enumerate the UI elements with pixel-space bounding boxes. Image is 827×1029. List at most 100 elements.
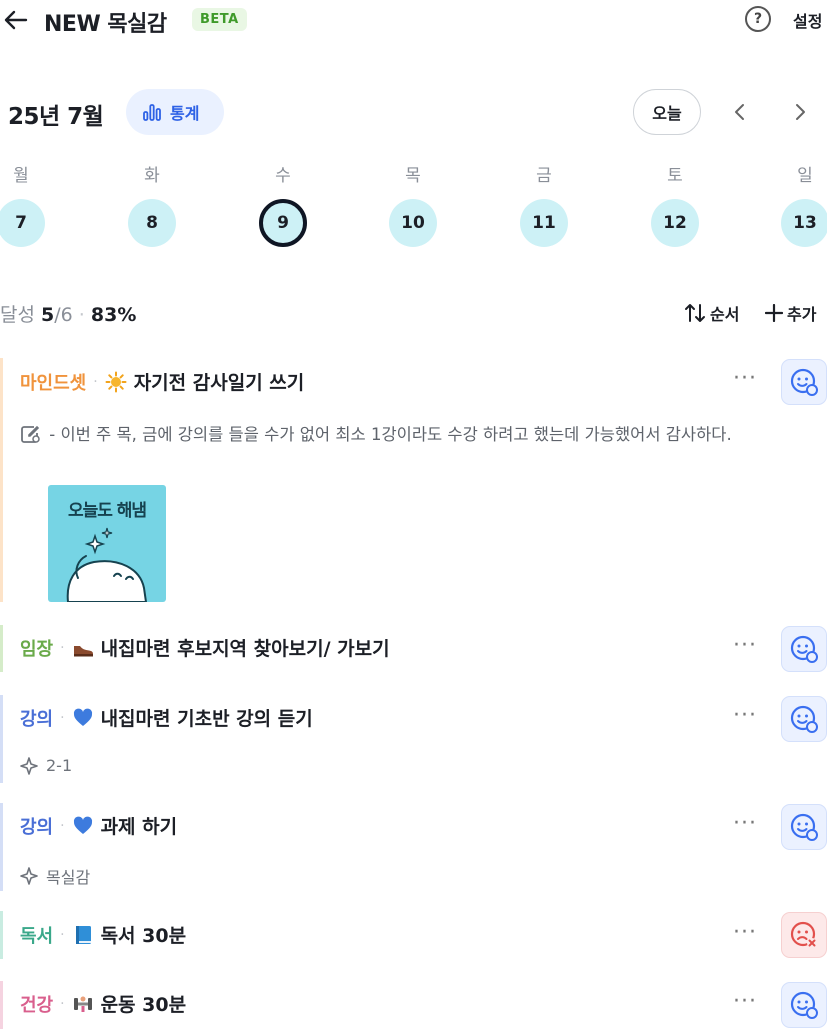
settings-button[interactable]: 설정: [793, 8, 822, 32]
add-task-button[interactable]: 추가: [765, 301, 816, 325]
category-bar: [0, 625, 3, 672]
weekday-label: 화: [144, 166, 160, 186]
achievement-total: /6: [54, 304, 73, 326]
subnote-text: 2-1: [46, 756, 73, 775]
sparkle-icon: [20, 756, 38, 775]
arrow-left-icon: [4, 10, 28, 30]
smile-check-icon: [790, 813, 818, 841]
weekday-label: 월: [13, 166, 29, 186]
task-item[interactable]: 마인드셋 · 자기전 감사일기 쓰기: [20, 368, 304, 395]
separator: ·: [60, 709, 65, 726]
reaction-button-failed[interactable]: [781, 912, 827, 958]
sticker-image: 오늘도 해냄: [48, 485, 166, 602]
day-button[interactable]: 8: [128, 199, 176, 247]
separator: ·: [60, 639, 65, 656]
help-button[interactable]: ?: [745, 6, 771, 32]
separator: ·: [78, 304, 85, 326]
today-button[interactable]: 오늘: [633, 89, 701, 135]
day-button[interactable]: 11: [520, 199, 568, 247]
task-item[interactable]: 강의 · 내집마련 기초반 강의 듣기: [20, 704, 313, 731]
shoe-icon: [73, 645, 93, 656]
task-category: 독서: [20, 925, 54, 947]
weekday-label: 토: [667, 166, 683, 186]
subnote-text: 목실감: [46, 868, 91, 887]
day-button[interactable]: 7: [0, 199, 45, 247]
sort-order-label: 순서: [710, 305, 740, 324]
reaction-button[interactable]: [781, 359, 827, 405]
task-subnote: 2-1: [20, 756, 72, 775]
task-title: 과제 하기: [100, 816, 178, 838]
blue-heart-icon: [73, 708, 92, 726]
prev-week-button[interactable]: [727, 98, 753, 126]
sticker-character-illustration: [66, 527, 148, 602]
task-item[interactable]: 건강 · 운동 30분: [20, 990, 186, 1017]
memo-text: - 이번 주 목, 금에 강의를 들을 수가 없어 최소 1강이라도 수강 하려…: [49, 425, 732, 444]
task-title: 자기전 감사일기 쓰기: [133, 372, 305, 394]
achievement-label: 달성: [0, 304, 35, 326]
day-button[interactable]: 13: [781, 199, 827, 247]
more-options-button[interactable]: ···: [733, 989, 757, 1014]
reaction-button[interactable]: [781, 626, 827, 672]
smile-check-icon: [790, 991, 818, 1019]
category-bar: [0, 911, 3, 959]
category-bar: [0, 803, 3, 891]
achievement-percent: 83%: [90, 304, 137, 326]
add-task-label: 추가: [787, 305, 817, 324]
plus-icon: [765, 304, 783, 322]
bar-chart-icon: [143, 104, 161, 121]
task-category: 마인드셋: [20, 372, 87, 394]
task-subnote: 목실감: [20, 864, 90, 888]
reaction-button[interactable]: [781, 696, 827, 742]
task-category: 강의: [20, 708, 54, 730]
category-bar: [0, 981, 3, 1029]
separator: ·: [60, 817, 65, 834]
weekday-label: 금: [536, 166, 552, 186]
task-item[interactable]: 강의 · 과제 하기: [20, 812, 177, 839]
task-category: 임장: [20, 638, 54, 660]
dumbbell-icon: [73, 996, 92, 1012]
sort-arrows-icon: [685, 304, 705, 322]
stats-label: 통계: [170, 104, 200, 123]
chevron-right-icon: [796, 104, 805, 120]
task-title: 독서 30분: [100, 925, 187, 947]
separator: ·: [93, 373, 98, 390]
task-category: 건강: [20, 994, 54, 1016]
reaction-button[interactable]: [781, 804, 827, 850]
page-title: NEW 목실감: [44, 12, 167, 37]
weekday-label: 일: [797, 166, 813, 186]
more-options-button[interactable]: ···: [733, 920, 757, 945]
next-week-button[interactable]: [787, 98, 813, 126]
more-options-button[interactable]: ···: [733, 633, 757, 658]
day-button[interactable]: 12: [651, 199, 699, 247]
sticker-text: 오늘도 해냄: [67, 501, 147, 521]
more-options-button[interactable]: ···: [733, 703, 757, 728]
weekday-label: 목: [405, 166, 421, 186]
blue-heart-icon: [73, 816, 92, 834]
task-title: 운동 30분: [100, 994, 187, 1016]
more-options-button[interactable]: ···: [733, 366, 757, 391]
more-options-button[interactable]: ···: [733, 811, 757, 836]
task-item[interactable]: 임장 · 내집마련 후보지역 찾아보기/ 가보기: [20, 634, 390, 661]
sad-x-icon: [790, 921, 817, 948]
task-item[interactable]: 독서 · 독서 30분: [20, 921, 186, 948]
achievement-summary: 달성 5/6 · 83%: [0, 300, 136, 327]
sun-icon: [105, 371, 127, 392]
smile-check-icon: [790, 635, 818, 663]
achievement-done: 5: [41, 304, 55, 326]
reaction-button[interactable]: [781, 982, 827, 1028]
task-memo: - 이번 주 목, 금에 강의를 들을 수가 없어 최소 1강이라도 수강 하려…: [20, 420, 820, 450]
chevron-left-icon: [735, 104, 744, 120]
stats-button[interactable]: 통계: [126, 89, 224, 135]
separator: ·: [60, 995, 65, 1012]
sort-order-button[interactable]: 순서: [684, 301, 739, 325]
category-bar: [0, 695, 3, 783]
category-bar: [0, 358, 3, 602]
day-button-selected[interactable]: 9: [259, 199, 307, 247]
separator: ·: [60, 926, 65, 943]
memo-icon: [21, 425, 40, 443]
back-button[interactable]: [2, 6, 30, 34]
sparkle-icon: [20, 867, 38, 885]
day-button[interactable]: 10: [389, 199, 437, 247]
task-title: 내집마련 후보지역 찾아보기/ 가보기: [100, 638, 390, 660]
weekday-label: 수: [275, 166, 291, 186]
